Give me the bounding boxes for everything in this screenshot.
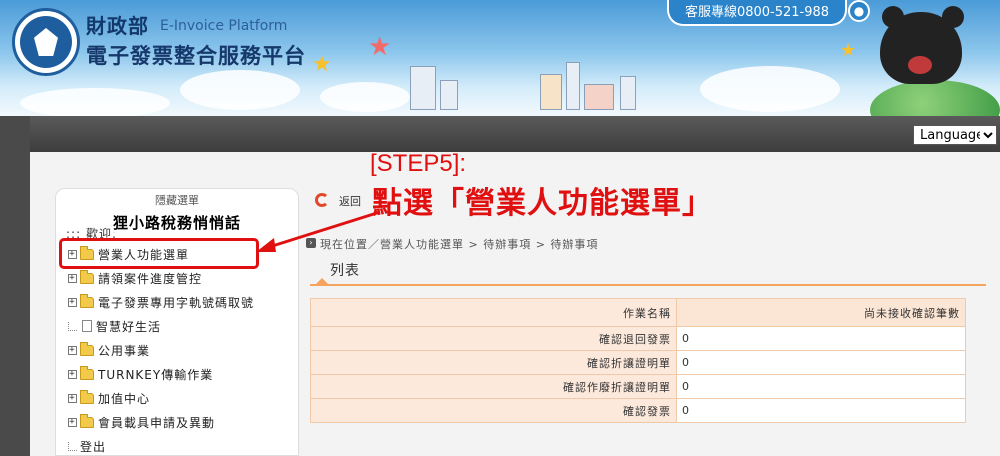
table-header-row: 作業名稱 尚未接收確認筆數 xyxy=(310,298,966,327)
expand-icon[interactable]: + xyxy=(68,417,77,427)
sidebar-item-member-carrier[interactable]: + 會員載具申請及異動 xyxy=(68,411,215,433)
sidebar-item-case-progress[interactable]: + 請領案件進度管控 xyxy=(68,267,202,289)
star-decoration-icon: ★ xyxy=(312,52,332,77)
sidebar-item-label: 請領案件進度管控 xyxy=(98,271,203,286)
table-row: 確認折讓證明單 0 xyxy=(310,350,966,375)
customer-service-hotline[interactable]: 客服專線0800-521-988 xyxy=(667,0,847,26)
todo-table: 作業名稱 尚未接收確認筆數 確認退回發票 0 確認折讓證明單 0 確認作廢折讓證… xyxy=(310,298,966,423)
step-label: [STEP5]: xyxy=(370,150,467,177)
sidebar-item-label: 加值中心 xyxy=(98,391,151,406)
callout-arrow-icon xyxy=(256,210,381,252)
folder-icon xyxy=(80,413,94,428)
sidebar-item-value-added-center[interactable]: + 加值中心 xyxy=(68,387,150,409)
sidebar-item-invoice-track-numbers[interactable]: + 電子發票專用字軌號碼取號 xyxy=(68,291,254,313)
sidebar-item-public-utilities[interactable]: + 公用事業 xyxy=(68,339,150,361)
location-pin-icon[interactable]: ● xyxy=(848,0,870,22)
language-select[interactable]: Language xyxy=(913,125,997,145)
sidebar-item-label: 登出 xyxy=(80,439,107,454)
globe-illustration xyxy=(870,80,1000,116)
task-name-cell: 確認發票 xyxy=(310,398,677,423)
table-row: 確認作廢折讓證明單 0 xyxy=(310,374,966,399)
sidebar-item-label: 公用事業 xyxy=(98,343,151,358)
watermark-hint-text: 狸小路稅務悄悄話 xyxy=(113,212,242,233)
task-name-cell: 確認折讓證明單 xyxy=(310,350,677,375)
expand-icon[interactable]: + xyxy=(68,393,77,403)
platform-english-name: E-Invoice Platform xyxy=(160,18,288,34)
task-name-cell: 確認退回發票 xyxy=(310,326,677,351)
list-tab[interactable]: 列表 xyxy=(330,260,360,280)
sidebar-item-label: TURNKEY傳輸作業 xyxy=(98,367,214,382)
sidebar-item-label: 電子發票專用字軌號碼取號 xyxy=(98,295,255,310)
tree-connector xyxy=(68,441,77,451)
sidebar-item-turnkey[interactable]: + TURNKEY傳輸作業 xyxy=(68,363,213,385)
document-icon xyxy=(82,320,92,332)
column-header-pending-count: 尚未接收確認筆數 xyxy=(676,298,966,327)
folder-icon xyxy=(80,389,94,404)
pending-count-cell[interactable]: 0 xyxy=(676,350,966,375)
expand-icon[interactable]: + xyxy=(68,297,77,307)
ministry-name: 財政部 xyxy=(86,14,149,38)
tree-connector xyxy=(68,321,77,331)
ministry-logo[interactable] xyxy=(12,8,80,76)
tab-underline xyxy=(310,284,986,286)
task-name-cell: 確認作廢折讓證明單 xyxy=(310,374,677,399)
pending-count-cell[interactable]: 0 xyxy=(676,326,966,351)
sidebar-item-smart-living[interactable]: 智慧好生活 xyxy=(68,315,161,337)
folder-icon xyxy=(80,269,94,284)
platform-chinese-name: 電子發票整合服務平台 xyxy=(86,44,306,68)
page: 財政部 E-Invoice Platform 電子發票整合服務平台 ★ ★ ★ … xyxy=(0,0,1000,456)
left-frame-edge xyxy=(0,116,30,456)
folder-icon xyxy=(80,341,94,356)
highlight-box xyxy=(59,238,259,269)
step-description: 點選「營業人功能選單」 xyxy=(372,186,713,221)
expand-icon[interactable]: + xyxy=(68,369,77,379)
folder-icon xyxy=(80,365,94,380)
column-header-task-name: 作業名稱 xyxy=(310,298,677,327)
pending-count-cell[interactable]: 0 xyxy=(676,374,966,399)
table-row: 確認發票 0 xyxy=(310,398,966,423)
city-skyline-illustration xyxy=(400,60,660,110)
expand-icon[interactable]: + xyxy=(68,273,77,283)
sidebar-item-label: 會員載具申請及異動 xyxy=(98,415,216,430)
sidebar-item-logout[interactable]: 登出 xyxy=(68,435,106,456)
table-row: 確認退回發票 0 xyxy=(310,326,966,351)
folder-icon xyxy=(80,293,94,308)
star-decoration-icon: ★ xyxy=(840,40,857,61)
header-banner: 財政部 E-Invoice Platform 電子發票整合服務平台 ★ ★ ★ … xyxy=(0,0,1000,116)
star-decoration-icon: ★ xyxy=(368,32,392,62)
expand-icon[interactable]: + xyxy=(68,345,77,355)
sidebar-item-label: 智慧好生活 xyxy=(96,319,162,334)
bear-chest-mark xyxy=(908,56,932,74)
top-navigation-bar xyxy=(0,116,1000,152)
pending-count-cell[interactable]: 0 xyxy=(676,398,966,423)
